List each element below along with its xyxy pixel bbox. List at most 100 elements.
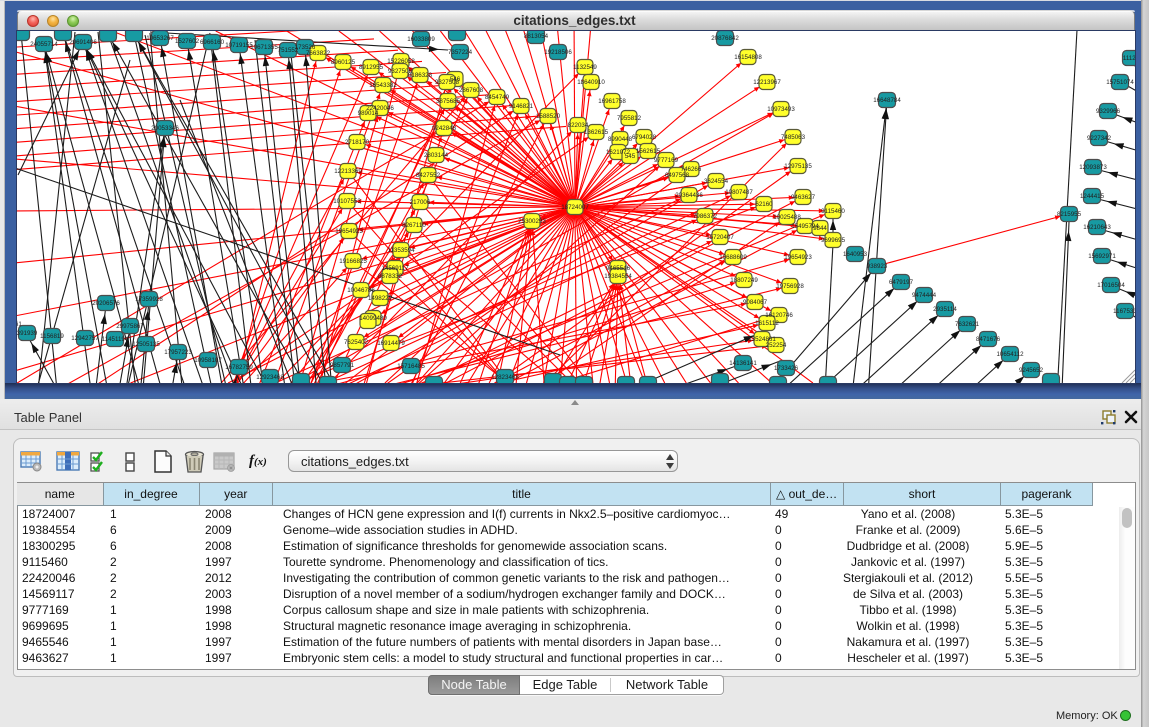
svg-text:15226058: 15226058 [387, 58, 415, 65]
svg-text:1588520: 1588520 [536, 113, 561, 120]
svg-text:545: 545 [625, 153, 636, 160]
svg-text:989014: 989014 [358, 110, 379, 117]
svg-text:8878332: 8878332 [378, 273, 403, 280]
svg-text:10958107: 10958107 [194, 357, 222, 364]
svg-text:19384554: 19384554 [604, 273, 632, 280]
svg-text:19218506: 19218506 [544, 49, 572, 56]
svg-text:11451194: 11451194 [102, 336, 129, 343]
svg-text:7955812: 7955812 [617, 115, 642, 122]
svg-text:9245652: 9245652 [1019, 367, 1044, 374]
svg-text:14136141: 14136141 [729, 360, 757, 367]
svg-text:3875685: 3875685 [436, 98, 461, 105]
svg-text:26585061: 26585061 [17, 321, 22, 328]
svg-text:217006: 217006 [410, 199, 431, 206]
svg-text:7485063: 7485063 [781, 134, 806, 141]
svg-text:252254: 252254 [766, 342, 787, 349]
svg-text:7986372: 7986372 [693, 213, 718, 220]
svg-text:62160: 62160 [755, 201, 773, 208]
svg-text:6497568: 6497568 [665, 172, 690, 179]
svg-text:3624554: 3624554 [704, 178, 729, 185]
svg-text:7625402: 7625402 [344, 339, 369, 346]
svg-text:8186328: 8186328 [408, 72, 433, 79]
svg-text:9242848: 9242848 [432, 125, 457, 132]
svg-text:8990448: 8990448 [608, 136, 633, 143]
svg-text:1733426: 1733426 [774, 365, 799, 372]
svg-text:16961758: 16961758 [598, 98, 626, 105]
svg-text:1527602: 1527602 [175, 38, 200, 45]
svg-text:9465546: 9465546 [606, 265, 631, 272]
svg-text:25300293: 25300293 [518, 218, 546, 225]
svg-text:9844: 9844 [813, 225, 827, 232]
svg-text:10046786: 10046786 [347, 287, 375, 294]
svg-text:2718170: 2718170 [345, 139, 370, 146]
svg-text:10653267: 10653267 [146, 35, 174, 42]
svg-text:7357224: 7357224 [448, 49, 473, 56]
svg-text:12093873: 12093873 [1079, 164, 1107, 171]
svg-text:10654112: 10654112 [996, 351, 1024, 358]
svg-text:17957223: 17957223 [164, 349, 192, 356]
svg-text:6479197: 6479197 [889, 279, 914, 286]
svg-text:2803144: 2803144 [424, 152, 449, 159]
svg-text:12975135: 12975135 [784, 163, 812, 170]
svg-text:16210643: 16210643 [1083, 224, 1111, 231]
svg-text:8454749: 8454749 [485, 94, 510, 101]
svg-text:10107553: 10107553 [333, 198, 361, 205]
svg-text:10973493: 10973493 [767, 106, 795, 113]
svg-text:822034: 822034 [568, 122, 589, 129]
svg-text:9084067: 9084067 [743, 299, 768, 306]
svg-text:9777169: 9777169 [654, 157, 679, 164]
svg-text:1244415: 1244415 [1080, 193, 1105, 200]
svg-text:11123: 11123 [1123, 55, 1135, 62]
svg-text:12213967: 12213967 [753, 79, 781, 86]
svg-text:19166825: 19166825 [339, 258, 367, 265]
svg-text:8813054: 8813054 [524, 33, 549, 40]
svg-text:1362615: 1362615 [584, 129, 609, 136]
svg-text:391939: 391939 [17, 330, 38, 337]
svg-text:7632621: 7632621 [955, 321, 980, 328]
svg-text:9227342: 9227342 [1087, 135, 1112, 142]
svg-text:8912955: 8912955 [359, 64, 384, 71]
svg-text:12923468: 12923468 [256, 374, 284, 381]
svg-text:20206576: 20206576 [92, 300, 120, 307]
svg-text:8267110: 8267110 [402, 222, 426, 229]
svg-text:18807249: 18807249 [730, 277, 758, 284]
svg-text:1156819: 1156819 [40, 333, 64, 340]
svg-text:15751074: 15751074 [1106, 79, 1134, 86]
svg-text:19756928: 19756928 [776, 283, 804, 290]
svg-text:8215955: 8215955 [1057, 211, 1082, 218]
svg-text:24055714: 24055714 [30, 41, 58, 48]
svg-text:20364436: 20364436 [675, 192, 703, 199]
svg-text:16782759: 16782759 [225, 364, 253, 371]
svg-text:12213369: 12213369 [334, 168, 362, 175]
svg-text:10025488: 10025488 [773, 214, 801, 221]
svg-text:16543382: 16543382 [369, 82, 397, 89]
svg-text:9463627: 9463627 [791, 194, 816, 201]
svg-text:14569117: 14569117 [381, 265, 409, 272]
svg-text:6966160: 6966160 [200, 39, 225, 46]
svg-text:20876842: 20876842 [711, 35, 739, 42]
svg-text:9857791: 9857791 [330, 362, 355, 369]
svg-text:16033809: 16033809 [407, 36, 435, 43]
svg-text:1167533: 1167533 [1113, 308, 1135, 315]
svg-text:9146821: 9146821 [509, 103, 534, 110]
svg-text:16120746: 16120746 [765, 312, 793, 319]
svg-text:10807487: 10807487 [725, 189, 753, 196]
svg-text:18640910: 18640910 [577, 79, 605, 86]
svg-text:9474444: 9474444 [912, 292, 937, 299]
svg-text:12942757: 12942757 [71, 335, 99, 342]
svg-text:9699695: 9699695 [821, 237, 846, 244]
svg-text:12823468: 12823468 [491, 374, 519, 381]
svg-text:10719155: 10719155 [225, 42, 253, 49]
svg-text:15716485: 15716485 [397, 363, 425, 370]
svg-text:17016504: 17016504 [1097, 282, 1125, 289]
svg-text:1132549: 1132549 [573, 64, 597, 71]
svg-text:19654923: 19654923 [784, 254, 812, 261]
svg-text:9329966: 9329966 [1096, 108, 1121, 115]
svg-text:18724007: 18724007 [561, 204, 589, 211]
svg-text:11353594: 11353594 [387, 247, 415, 254]
svg-text:10671355: 10671355 [250, 44, 278, 51]
svg-text:15692971: 15692971 [1088, 253, 1116, 260]
svg-text:29975867: 29975867 [116, 323, 144, 330]
svg-text:15720407: 15720407 [706, 234, 734, 241]
svg-text:9327508: 9327508 [435, 79, 460, 86]
